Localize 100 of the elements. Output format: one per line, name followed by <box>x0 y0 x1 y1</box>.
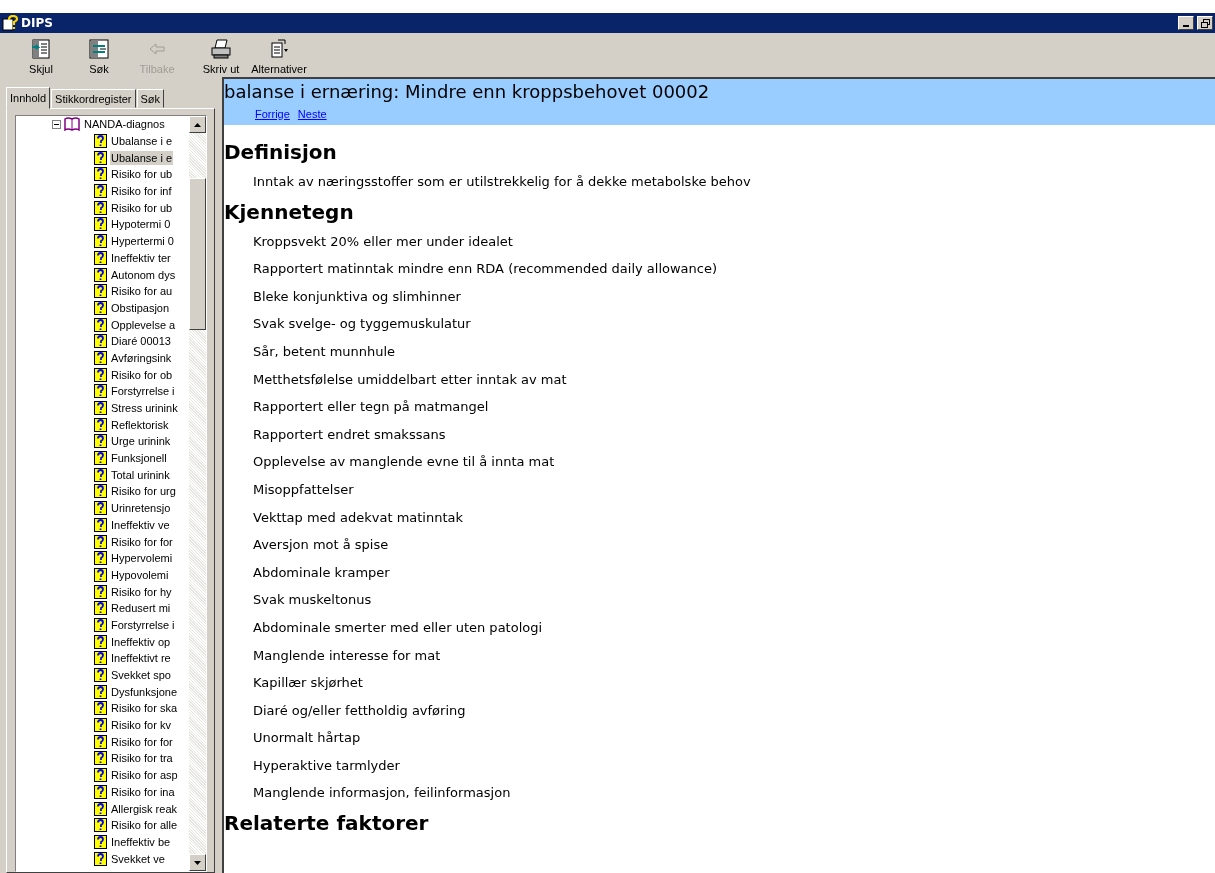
list-text: Bleke konjunktiva og slimhinner <box>252 287 462 306</box>
list-text: Manglende informasjon, feilinformasjon <box>252 784 512 803</box>
tree-item[interactable]: Risiko for hy <box>110 584 173 599</box>
list-text: Aversjon mot å spise <box>252 536 390 555</box>
tree-item[interactable]: Ubalanse i e <box>110 150 174 165</box>
help-page-icon <box>94 267 107 282</box>
tree-item[interactable]: Risiko for ob <box>110 367 174 382</box>
help-page-icon <box>94 384 107 399</box>
panel-icon <box>30 38 52 60</box>
help-page-icon <box>94 184 107 199</box>
help-page-icon <box>94 217 107 232</box>
tree-item[interactable]: Urinretensjo <box>110 501 172 516</box>
tree-item[interactable]: Risiko for inf <box>110 184 173 199</box>
nav-link[interactable]: Forrige <box>255 108 290 120</box>
help-page-icon <box>94 200 107 215</box>
list-text: Vekttap med adekvat matinntak <box>252 508 465 527</box>
tree-item[interactable]: Urge urinink <box>110 434 172 449</box>
window-title: DIPS <box>21 16 53 30</box>
tree-item[interactable]: Svekket ve <box>110 851 166 866</box>
options-icon <box>268 38 290 60</box>
tree-item[interactable]: Risiko for ub <box>110 200 174 215</box>
tree-item[interactable]: Risiko for ub <box>110 167 174 182</box>
list-text: Kapillær skjørhet <box>252 674 364 693</box>
help-page-icon <box>94 150 107 165</box>
tree-item[interactable]: Opplevelse a <box>110 317 177 332</box>
tree-item[interactable]: Stress urinink <box>110 401 179 416</box>
tree-item[interactable]: Svekket spo <box>110 668 172 683</box>
tree-item[interactable]: Ineffektiv ter <box>110 250 172 265</box>
tree-item[interactable]: Ineffektiv ve <box>110 517 171 532</box>
tree-item[interactable]: Avføringsink <box>110 350 173 365</box>
tree-item[interactable]: Diaré 00013 <box>110 334 172 349</box>
tab[interactable]: Stikkordregister <box>51 89 136 108</box>
toolbar-button[interactable]: Skjul <box>12 38 70 75</box>
help-page-icon <box>94 851 107 866</box>
tree-item[interactable]: NANDA-diagnos <box>83 117 166 132</box>
tree-item[interactable]: Ubalanse i e <box>110 134 174 149</box>
toolbar-button[interactable]: Alternativer <box>250 38 308 75</box>
help-page-icon <box>94 567 107 582</box>
minimize-button[interactable] <box>1178 16 1194 30</box>
tree-item[interactable]: Risiko for alle <box>110 818 179 833</box>
tree-item[interactable]: Risiko for ina <box>110 784 176 799</box>
help-page-icon <box>94 167 107 182</box>
tree-item[interactable]: Ineffektivt re <box>110 651 172 666</box>
topic-title: balanse i ernæring: Mindre enn kroppsbehovet 00002 <box>224 81 711 102</box>
scroll-down-button[interactable] <box>189 854 206 871</box>
help-page-icon <box>94 367 107 382</box>
toolbar-button[interactable]: Skriv ut <box>192 38 250 75</box>
help-page-icon <box>94 300 107 315</box>
tree-item[interactable]: Obstipasjon <box>110 300 171 315</box>
scroll-up-button[interactable] <box>189 116 206 133</box>
tree-item[interactable]: Autonom dys <box>110 267 177 282</box>
list-text: Hyperaktive tarmlyder <box>252 756 401 775</box>
tree-item[interactable]: Risiko for for <box>110 534 174 549</box>
tree-item[interactable]: Hypotermi 0 <box>110 217 172 232</box>
help-page-icon <box>94 584 107 599</box>
tree-item[interactable]: Hypertermi 0 <box>110 234 175 249</box>
tree-item[interactable]: Funksjonell <box>110 451 168 466</box>
help-page-icon <box>94 551 107 566</box>
tree-item[interactable]: Risiko for kv <box>110 718 172 733</box>
help-page-icon <box>94 634 107 649</box>
tree-item[interactable]: Forstyrrelse i <box>110 617 176 632</box>
tree-item[interactable]: Risiko for urg <box>110 484 177 499</box>
collapse-icon[interactable] <box>52 119 61 129</box>
tree-item[interactable]: Risiko for tra <box>110 751 174 766</box>
list-text: Sår, betent munnhule <box>252 342 397 361</box>
list-text: Misoppfattelser <box>252 480 355 499</box>
nav-link[interactable]: Neste <box>297 108 327 120</box>
tab[interactable]: Innhold <box>6 87 51 109</box>
help-page-icon <box>94 284 107 299</box>
tree-item[interactable]: Ineffektiv be <box>110 834 172 849</box>
tree-item[interactable]: Total urinink <box>110 467 171 482</box>
tree-item[interactable]: Ineffektiv op <box>110 634 172 649</box>
help-page-icon <box>94 734 107 749</box>
tree-item[interactable]: Risiko for au <box>110 284 174 299</box>
help-page-icon <box>94 234 107 249</box>
tree-item[interactable]: Risiko for for <box>110 734 174 749</box>
tree-item[interactable]: Risiko for ska <box>110 701 179 716</box>
toolbar-button[interactable]: Søk <box>70 38 128 75</box>
list-text: Metthetsfølelse umiddelbart etter inntak av mat <box>252 370 568 389</box>
tree-item[interactable]: Hypervolemi <box>110 551 174 566</box>
scrollbar[interactable] <box>189 116 206 871</box>
restore-button[interactable] <box>1197 16 1213 30</box>
help-page-icon <box>94 818 107 833</box>
tree-item[interactable]: Hypovolemi <box>110 567 170 582</box>
tree-item[interactable]: Redusert mi <box>110 601 172 616</box>
tree-item[interactable]: Allergisk reak <box>110 801 179 816</box>
list-text: Manglende interesse for mat <box>252 646 442 665</box>
list-text: Abdominale kramper <box>252 563 391 582</box>
tree-item[interactable]: Dysfunksjone <box>110 684 179 699</box>
help-page-icon <box>94 768 107 783</box>
list-text: Rapportert endret smakssans <box>252 425 447 444</box>
scroll-thumb[interactable] <box>189 178 206 330</box>
tree-item[interactable]: Risiko for asp <box>110 768 179 783</box>
tab[interactable]: Søk <box>136 89 165 108</box>
help-page-icon <box>94 668 107 683</box>
tree-item[interactable]: Forstyrrelse i <box>110 384 176 399</box>
help-page-icon <box>94 250 107 265</box>
list-text: Rapportert matinntak mindre enn RDA (recommended daily allowance) <box>252 260 719 279</box>
help-page-icon <box>94 517 107 532</box>
tree-item[interactable]: Reflektorisk <box>110 417 170 432</box>
